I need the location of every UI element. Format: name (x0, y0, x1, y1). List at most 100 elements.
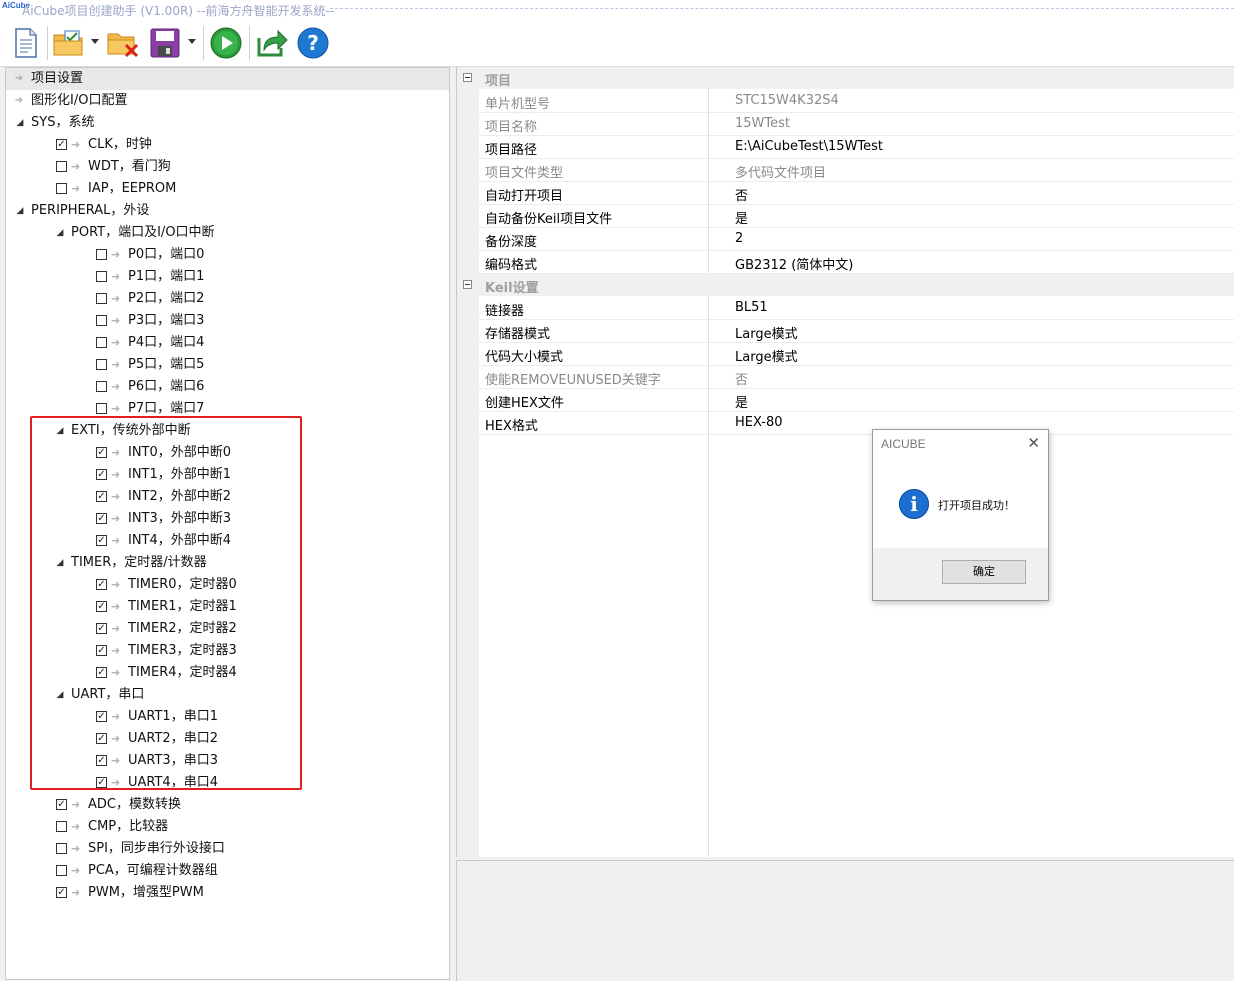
property-row[interactable]: 创建HEX文件 是 (479, 389, 1234, 412)
run-button[interactable] (209, 27, 243, 59)
property-row[interactable]: 项目路径 E:\AiCubeTest\15WTest (479, 136, 1234, 159)
tree-item[interactable]: ➜ P6口，端口6 (6, 376, 449, 398)
checkbox-checked[interactable]: ✓ (56, 139, 67, 150)
property-row[interactable]: HEX格式 HEX-80 (479, 412, 1234, 435)
checkbox-unchecked[interactable] (96, 249, 107, 260)
property-row[interactable]: 单片机型号 STC15W4K32S4 (479, 90, 1234, 113)
tree-item[interactable]: ➜ IAP，EEPROM (6, 178, 449, 200)
property-category[interactable]: Keil设置 (457, 274, 1234, 296)
tree-item[interactable]: ✓ ➜ INT4，外部中断4 (6, 530, 449, 552)
save-project-button[interactable] (148, 27, 182, 59)
checkbox-checked[interactable]: ✓ (96, 535, 107, 546)
expand-toggle-icon[interactable]: ◢ (15, 112, 25, 134)
save-project-dropdown[interactable] (188, 39, 196, 44)
expand-toggle-icon[interactable]: ◢ (15, 200, 25, 222)
checkbox-unchecked[interactable] (96, 359, 107, 370)
checkbox-checked[interactable]: ✓ (96, 513, 107, 524)
tree-item[interactable]: ✓ ➜ UART3，串口3 (6, 750, 449, 772)
checkbox-checked[interactable]: ✓ (96, 667, 107, 678)
tree-item[interactable]: ◢ TIMER，定时器/计数器 (6, 552, 449, 574)
tree-item[interactable]: ➜ P7口，端口7 (6, 398, 449, 420)
property-category[interactable]: 项目 (457, 67, 1234, 89)
property-row[interactable]: 项目文件类型 多代码文件项目 (479, 159, 1234, 182)
property-row[interactable]: 使能REMOVEUNUSED关键字 否 (479, 366, 1234, 389)
property-value[interactable]: BL51 (735, 300, 768, 315)
tree-item[interactable]: ✓ ➜ CLK，时钟 (6, 134, 449, 156)
checkbox-checked[interactable]: ✓ (96, 601, 107, 612)
tree-item[interactable]: ➜ 图形化I/O口配置 (6, 90, 449, 112)
checkbox-unchecked[interactable] (56, 843, 67, 854)
checkbox-checked[interactable]: ✓ (56, 887, 67, 898)
tree-item[interactable]: ◢ UART，串口 (6, 684, 449, 706)
tree-item[interactable]: ◢ PERIPHERAL，外设 (6, 200, 449, 222)
property-value[interactable]: 是 (735, 208, 748, 227)
tree-item[interactable]: ✓ ➜ INT0，外部中断0 (6, 442, 449, 464)
close-project-button[interactable] (106, 27, 140, 59)
checkbox-checked[interactable]: ✓ (96, 777, 107, 788)
expand-toggle-icon[interactable]: ◢ (55, 552, 65, 574)
new-project-button[interactable] (10, 27, 42, 59)
tree-item[interactable]: ➜ WDT，看门狗 (6, 156, 449, 178)
tree-item[interactable]: ✓ ➜ TIMER4，定时器4 (6, 662, 449, 684)
tree-item[interactable]: ◢ EXTI，传统外部中断 (6, 420, 449, 442)
checkbox-unchecked[interactable] (96, 271, 107, 282)
checkbox-checked[interactable]: ✓ (96, 645, 107, 656)
collapse-icon[interactable] (463, 73, 472, 82)
checkbox-checked[interactable]: ✓ (96, 711, 107, 722)
expand-toggle-icon[interactable]: ◢ (55, 420, 65, 442)
property-value[interactable]: 2 (735, 231, 743, 246)
collapse-icon[interactable] (463, 280, 472, 289)
tree-item[interactable]: ✓ ➜ INT3，外部中断3 (6, 508, 449, 530)
expand-toggle-icon[interactable]: ◢ (55, 684, 65, 706)
checkbox-checked[interactable]: ✓ (96, 447, 107, 458)
checkbox-checked[interactable]: ✓ (56, 799, 67, 810)
tree-item[interactable]: ✓ ➜ TIMER2，定时器2 (6, 618, 449, 640)
checkbox-checked[interactable]: ✓ (96, 755, 107, 766)
tree-item[interactable]: ✓ ➜ TIMER3，定时器3 (6, 640, 449, 662)
property-value[interactable]: 否 (735, 185, 748, 204)
property-row[interactable]: 自动备份Keil项目文件 是 (479, 205, 1234, 228)
property-value[interactable]: GB2312 (简体中文) (735, 254, 853, 273)
checkbox-checked[interactable]: ✓ (96, 491, 107, 502)
tree-item[interactable]: ➜ SPI，同步串行外设接口 (6, 838, 449, 860)
tree-item[interactable]: ➜ CMP，比较器 (6, 816, 449, 838)
tree-item[interactable]: ➜ P5口，端口5 (6, 354, 449, 376)
checkbox-unchecked[interactable] (96, 381, 107, 392)
property-value[interactable]: HEX-80 (735, 415, 782, 430)
property-row[interactable]: 代码大小模式 Large模式 (479, 343, 1234, 366)
open-project-button[interactable] (52, 27, 86, 59)
property-row[interactable]: 自动打开项目 否 (479, 182, 1234, 205)
tree-item[interactable]: ➜ P1口，端口1 (6, 266, 449, 288)
tree-item[interactable]: ➜ P2口，端口2 (6, 288, 449, 310)
project-tree[interactable]: ➜ 项目设置 ➜ 图形化I/O口配置 ◢ SYS，系统 ✓ ➜ CLK，时钟 ➜ WDT，看门狗 ➜ I… (5, 67, 450, 980)
tree-item[interactable]: ✓ ➜ TIMER0，定时器0 (6, 574, 449, 596)
property-value[interactable]: E:\AiCubeTest\15WTest (735, 139, 883, 154)
checkbox-checked[interactable]: ✓ (96, 469, 107, 480)
tree-item[interactable]: ✓ ➜ ADC，模数转换 (6, 794, 449, 816)
expand-toggle-icon[interactable]: ◢ (55, 222, 65, 244)
property-row[interactable]: 编码格式 GB2312 (简体中文) (479, 251, 1234, 274)
checkbox-unchecked[interactable] (56, 161, 67, 172)
tree-item[interactable]: ➜ 项目设置 (6, 68, 449, 90)
ok-button[interactable]: 确定 (942, 560, 1026, 584)
tree-item[interactable]: ✓ ➜ INT2，外部中断2 (6, 486, 449, 508)
checkbox-unchecked[interactable] (56, 821, 67, 832)
checkbox-unchecked[interactable] (96, 337, 107, 348)
tree-item[interactable]: ✓ ➜ TIMER1，定时器1 (6, 596, 449, 618)
property-row[interactable]: 链接器 BL51 (479, 297, 1234, 320)
property-value[interactable]: Large模式 (735, 346, 798, 365)
tree-item[interactable]: ◢ SYS，系统 (6, 112, 449, 134)
checkbox-checked[interactable]: ✓ (96, 623, 107, 634)
checkbox-unchecked[interactable] (96, 293, 107, 304)
export-button[interactable] (255, 27, 289, 59)
tree-item[interactable]: ➜ P0口，端口0 (6, 244, 449, 266)
tree-item[interactable]: ✓ ➜ INT1，外部中断1 (6, 464, 449, 486)
property-value[interactable]: 是 (735, 392, 748, 411)
tree-item[interactable]: ➜ PCA，可编程计数器组 (6, 860, 449, 882)
property-row[interactable]: 备份深度 2 (479, 228, 1234, 251)
checkbox-checked[interactable]: ✓ (96, 733, 107, 744)
tree-item[interactable]: ◢ PORT，端口及I/O口中断 (6, 222, 449, 244)
tree-item[interactable]: ✓ ➜ UART1，串口1 (6, 706, 449, 728)
open-project-dropdown[interactable] (91, 39, 99, 44)
close-icon[interactable]: ✕ (1027, 434, 1040, 452)
